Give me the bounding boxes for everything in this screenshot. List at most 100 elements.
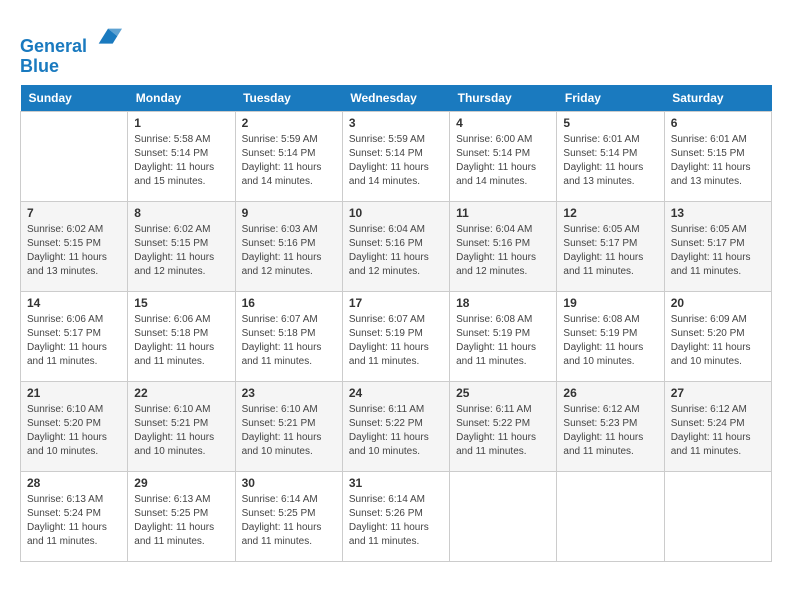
calendar-cell [664, 471, 771, 561]
calendar-cell: 24Sunrise: 6:11 AM Sunset: 5:22 PM Dayli… [342, 381, 449, 471]
day-info: Sunrise: 6:10 AM Sunset: 5:20 PM Dayligh… [27, 403, 121, 459]
day-info: Sunrise: 6:07 AM Sunset: 5:18 PM Dayligh… [242, 313, 336, 369]
day-info: Sunrise: 6:12 AM Sunset: 5:23 PM Dayligh… [563, 403, 657, 459]
calendar-cell: 5 Sunrise: 6:01 AM Sunset: 5:14 PM Daylig… [557, 111, 664, 201]
calendar-cell: 30 Sunrise: 6:14 AM Sunset: 5:25 PM Dayli… [235, 471, 342, 561]
day-info: Sunrise: 6:07 AM Sunset: 5:19 PM Dayligh… [349, 313, 443, 369]
day-info: Sunrise: 6:01 AM Sunset: 5:15 PM Dayligh… [671, 133, 765, 189]
calendar-header-row: SundayMondayTuesdayWednesdayThursdayFrid… [21, 85, 772, 112]
day-info: Sunrise: 5:59 AM Sunset: 5:14 PM Dayligh… [349, 133, 443, 189]
day-number: 25 [456, 386, 550, 400]
day-info: Sunrise: 6:01 AM Sunset: 5:14 PM Dayligh… [563, 133, 657, 189]
day-info: Sunrise: 5:59 AM Sunset: 5:14 PM Dayligh… [242, 133, 336, 189]
calendar-cell: 21 Sunrise: 6:10 AM Sunset: 5:20 PM Dayli… [21, 381, 128, 471]
calendar-cell: 28Sunrise: 6:13 AM Sunset: 5:24 PM Dayli… [21, 471, 128, 561]
calendar-cell [21, 111, 128, 201]
day-info: Sunrise: 6:02 AM Sunset: 5:15 PM Dayligh… [134, 223, 228, 279]
calendar-cell: 26 Sunrise: 6:12 AM Sunset: 5:23 PM Dayli… [557, 381, 664, 471]
calendar-cell: 17 Sunrise: 6:07 AM Sunset: 5:19 PM Dayli… [342, 291, 449, 381]
day-number: 6 [671, 116, 765, 130]
day-number: 30 [242, 476, 336, 490]
calendar-cell: 2 Sunrise: 5:59 AM Sunset: 5:14 PM Daylig… [235, 111, 342, 201]
calendar-cell: 18 Sunrise: 6:08 AM Sunset: 5:19 PM Dayli… [450, 291, 557, 381]
calendar-cell: 1Sunrise: 5:58 AM Sunset: 5:14 PM Daylig… [128, 111, 235, 201]
day-number: 22 [134, 386, 228, 400]
calendar-cell: 25Sunrise: 6:11 AM Sunset: 5:22 PM Dayli… [450, 381, 557, 471]
calendar-cell: 20Sunrise: 6:09 AM Sunset: 5:20 PM Dayli… [664, 291, 771, 381]
day-number: 15 [134, 296, 228, 310]
day-number: 31 [349, 476, 443, 490]
logo: General Blue [20, 24, 122, 77]
day-number: 5 [563, 116, 657, 130]
calendar-cell: 23 Sunrise: 6:10 AM Sunset: 5:21 PM Dayli… [235, 381, 342, 471]
day-info: Sunrise: 6:05 AM Sunset: 5:17 PM Dayligh… [671, 223, 765, 279]
day-info: Sunrise: 6:10 AM Sunset: 5:21 PM Dayligh… [242, 403, 336, 459]
calendar-cell: 12Sunrise: 6:05 AM Sunset: 5:17 PM Dayli… [557, 201, 664, 291]
calendar-cell: 19 Sunrise: 6:08 AM Sunset: 5:19 PM Dayli… [557, 291, 664, 381]
calendar-cell: 6 Sunrise: 6:01 AM Sunset: 5:15 PM Daylig… [664, 111, 771, 201]
day-info: Sunrise: 6:14 AM Sunset: 5:26 PM Dayligh… [349, 493, 443, 549]
calendar-cell: 22 Sunrise: 6:10 AM Sunset: 5:21 PM Dayli… [128, 381, 235, 471]
logo-icon [94, 24, 122, 52]
calendar-cell: 16 Sunrise: 6:07 AM Sunset: 5:18 PM Dayli… [235, 291, 342, 381]
day-header-thursday: Thursday [450, 85, 557, 112]
day-number: 4 [456, 116, 550, 130]
calendar-cell: 4 Sunrise: 6:00 AM Sunset: 5:14 PM Daylig… [450, 111, 557, 201]
day-number: 16 [242, 296, 336, 310]
calendar-cell: 3 Sunrise: 5:59 AM Sunset: 5:14 PM Daylig… [342, 111, 449, 201]
day-info: Sunrise: 6:12 AM Sunset: 5:24 PM Dayligh… [671, 403, 765, 459]
day-number: 28 [27, 476, 121, 490]
day-info: Sunrise: 6:00 AM Sunset: 5:14 PM Dayligh… [456, 133, 550, 189]
calendar-cell: 7Sunrise: 6:02 AM Sunset: 5:15 PM Daylig… [21, 201, 128, 291]
day-number: 7 [27, 206, 121, 220]
day-info: Sunrise: 6:04 AM Sunset: 5:16 PM Dayligh… [456, 223, 550, 279]
day-number: 26 [563, 386, 657, 400]
page-header: General Blue [20, 20, 772, 77]
day-number: 29 [134, 476, 228, 490]
calendar-cell: 15Sunrise: 6:06 AM Sunset: 5:18 PM Dayli… [128, 291, 235, 381]
day-number: 21 [27, 386, 121, 400]
day-info: Sunrise: 6:13 AM Sunset: 5:25 PM Dayligh… [134, 493, 228, 549]
week-row-2: 7 Sunrise: 6:02 AM Sunset: 5:15 PM Daylig… [21, 201, 772, 291]
day-number: 17 [349, 296, 443, 310]
calendar-cell: 10 Sunrise: 6:04 AM Sunset: 5:16 PM Dayli… [342, 201, 449, 291]
day-number: 20 [671, 296, 765, 310]
day-info: Sunrise: 6:08 AM Sunset: 5:19 PM Dayligh… [456, 313, 550, 369]
logo-general: General [20, 36, 87, 56]
day-info: Sunrise: 6:03 AM Sunset: 5:16 PM Dayligh… [242, 223, 336, 279]
day-number: 13 [671, 206, 765, 220]
day-number: 2 [242, 116, 336, 130]
calendar-cell [557, 471, 664, 561]
calendar-cell: 14 Sunrise: 6:06 AM Sunset: 5:17 PM Dayli… [21, 291, 128, 381]
day-number: 18 [456, 296, 550, 310]
calendar-cell: 31 Sunrise: 6:14 AM Sunset: 5:26 PM Dayli… [342, 471, 449, 561]
day-header-friday: Friday [557, 85, 664, 112]
day-header-sunday: Sunday [21, 85, 128, 112]
calendar-cell [450, 471, 557, 561]
calendar-cell: 8 Sunrise: 6:02 AM Sunset: 5:15 PM Daylig… [128, 201, 235, 291]
day-number: 10 [349, 206, 443, 220]
day-number: 14 [27, 296, 121, 310]
calendar-cell: 29 Sunrise: 6:13 AM Sunset: 5:25 PM Dayli… [128, 471, 235, 561]
day-number: 27 [671, 386, 765, 400]
day-info: Sunrise: 6:06 AM Sunset: 5:17 PM Dayligh… [27, 313, 121, 369]
calendar-cell: 9 Sunrise: 6:03 AM Sunset: 5:16 PM Daylig… [235, 201, 342, 291]
calendar-table: SundayMondayTuesdayWednesdayThursdayFrid… [20, 85, 772, 562]
week-row-1: 1Sunrise: 5:58 AM Sunset: 5:14 PM Daylig… [21, 111, 772, 201]
day-number: 24 [349, 386, 443, 400]
calendar-cell: 13 Sunrise: 6:05 AM Sunset: 5:17 PM Dayli… [664, 201, 771, 291]
day-number: 19 [563, 296, 657, 310]
logo-blue: Blue [20, 56, 59, 76]
day-number: 3 [349, 116, 443, 130]
day-info: Sunrise: 6:04 AM Sunset: 5:16 PM Dayligh… [349, 223, 443, 279]
day-number: 1 [134, 116, 228, 130]
day-info: Sunrise: 6:10 AM Sunset: 5:21 PM Dayligh… [134, 403, 228, 459]
day-info: Sunrise: 6:14 AM Sunset: 5:25 PM Dayligh… [242, 493, 336, 549]
day-number: 8 [134, 206, 228, 220]
day-header-saturday: Saturday [664, 85, 771, 112]
week-row-5: 28Sunrise: 6:13 AM Sunset: 5:24 PM Dayli… [21, 471, 772, 561]
day-number: 9 [242, 206, 336, 220]
day-number: 23 [242, 386, 336, 400]
day-info: Sunrise: 6:08 AM Sunset: 5:19 PM Dayligh… [563, 313, 657, 369]
calendar-cell: 11Sunrise: 6:04 AM Sunset: 5:16 PM Dayli… [450, 201, 557, 291]
